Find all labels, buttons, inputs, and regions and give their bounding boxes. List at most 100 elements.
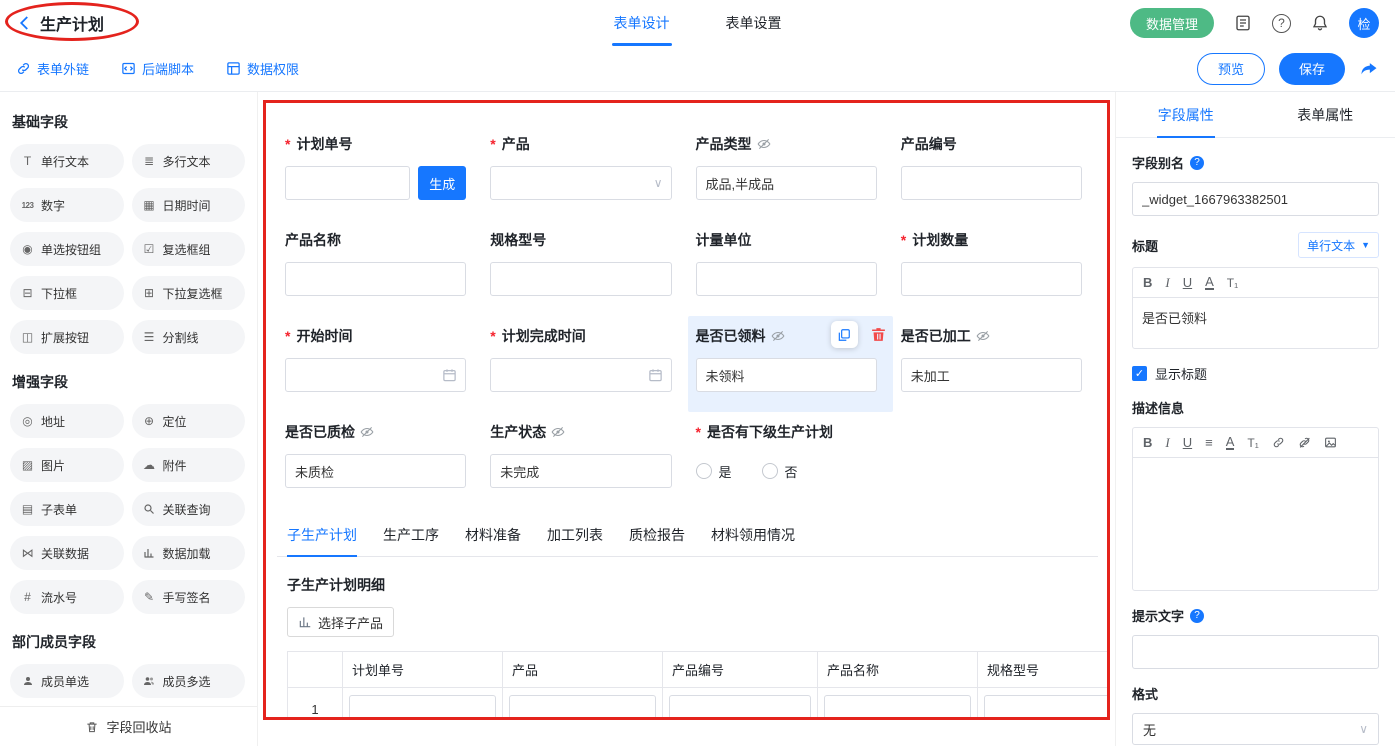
form-external-link[interactable]: 表单外链 bbox=[16, 59, 89, 78]
plan-number-input[interactable] bbox=[285, 166, 410, 200]
field-plan-finish-time[interactable]: *计划完成时间 bbox=[482, 316, 687, 412]
delete-field-button[interactable] bbox=[870, 326, 887, 343]
font-color-icon[interactable]: A bbox=[1205, 275, 1214, 290]
row-product-name-input[interactable] bbox=[824, 695, 971, 721]
row-plan-number-input[interactable] bbox=[349, 695, 496, 721]
description-editor-content[interactable] bbox=[1133, 458, 1378, 590]
palette-item-subform[interactable]: ▤子表单 bbox=[10, 492, 124, 526]
field-material-received[interactable]: 是否已领料 bbox=[688, 316, 893, 412]
palette-item-multi-select[interactable]: ⊞下拉复选框 bbox=[132, 276, 246, 310]
quality-checked-input[interactable] bbox=[285, 454, 466, 488]
row-product-code-input[interactable] bbox=[669, 695, 811, 721]
palette-item-location[interactable]: ⊕定位 bbox=[132, 404, 246, 438]
field-processed[interactable]: 是否已加工 bbox=[893, 316, 1098, 412]
tab-form-design[interactable]: 表单设计 bbox=[614, 0, 670, 46]
data-permission-link[interactable]: 数据权限 bbox=[226, 59, 299, 78]
spec-model-input[interactable] bbox=[490, 262, 671, 296]
image-icon[interactable] bbox=[1324, 436, 1337, 449]
field-has-sub-plan[interactable]: *是否有下级生产计划 是 否 bbox=[688, 412, 1099, 508]
font-size-icon[interactable]: T₁ bbox=[1227, 276, 1238, 290]
field-product-code[interactable]: 产品编号 bbox=[893, 124, 1098, 220]
palette-item-extend-button[interactable]: ◫扩展按钮 bbox=[10, 320, 124, 354]
palette-item-member-multi[interactable]: 成员多选 bbox=[132, 664, 246, 698]
product-select[interactable] bbox=[490, 166, 671, 200]
field-spec-model[interactable]: 规格型号 bbox=[482, 220, 687, 316]
palette-item-image[interactable]: ▨图片 bbox=[10, 448, 124, 482]
plan-finish-time-input[interactable] bbox=[490, 358, 671, 392]
field-product-type[interactable]: 产品类型 bbox=[688, 124, 893, 220]
bold-icon[interactable]: B bbox=[1143, 275, 1152, 290]
palette-item-number[interactable]: 123数字 bbox=[10, 188, 124, 222]
help-icon[interactable]: ? bbox=[1272, 14, 1291, 33]
copy-field-button[interactable] bbox=[831, 321, 858, 348]
palette-item-address[interactable]: ◎地址 bbox=[10, 404, 124, 438]
tab-processing-list[interactable]: 加工列表 bbox=[547, 516, 603, 556]
palette-item-checkbox-group[interactable]: ☑复选框组 bbox=[132, 232, 246, 266]
start-time-input[interactable] bbox=[285, 358, 466, 392]
palette-item-radio-group[interactable]: ◉单选按钮组 bbox=[10, 232, 124, 266]
tab-quality-report[interactable]: 质检报告 bbox=[629, 516, 685, 556]
font-size-icon[interactable]: T₁ bbox=[1247, 436, 1258, 450]
product-code-input[interactable] bbox=[901, 166, 1082, 200]
tab-material-usage[interactable]: 材料领用情况 bbox=[711, 516, 795, 556]
align-icon[interactable]: ≡ bbox=[1205, 435, 1213, 450]
field-plan-number[interactable]: *计划单号 生成 bbox=[277, 124, 482, 220]
unlink-icon[interactable] bbox=[1298, 436, 1311, 449]
font-color-icon[interactable]: A bbox=[1226, 435, 1235, 450]
hint-text-input[interactable] bbox=[1132, 635, 1379, 669]
radio-option-no[interactable]: 否 bbox=[762, 462, 798, 481]
field-unit[interactable]: 计量单位 bbox=[688, 220, 893, 316]
checkbox-checked-icon[interactable]: ✓ bbox=[1132, 366, 1147, 381]
underline-icon[interactable]: U bbox=[1183, 275, 1192, 290]
form-doc-icon[interactable] bbox=[1234, 14, 1252, 32]
row-product-input[interactable] bbox=[509, 695, 656, 721]
share-icon[interactable] bbox=[1359, 59, 1379, 79]
palette-item-multi-line-text[interactable]: ≣多行文本 bbox=[132, 144, 246, 178]
choose-sub-product-button[interactable]: 选择子产品 bbox=[287, 607, 394, 637]
back-button[interactable] bbox=[16, 14, 34, 32]
field-product[interactable]: *产品 ∨ bbox=[482, 124, 687, 220]
palette-item-single-line-text[interactable]: T单行文本 bbox=[10, 144, 124, 178]
palette-item-divider[interactable]: ☰分割线 bbox=[132, 320, 246, 354]
production-status-input[interactable] bbox=[490, 454, 671, 488]
tab-sub-production-plan[interactable]: 子生产计划 bbox=[287, 516, 357, 556]
field-production-status[interactable]: 生产状态 bbox=[482, 412, 687, 508]
palette-item-select[interactable]: ⊟下拉框 bbox=[10, 276, 124, 310]
palette-item-lookup[interactable]: 关联查询 bbox=[132, 492, 246, 526]
field-product-name[interactable]: 产品名称 bbox=[277, 220, 482, 316]
save-button[interactable]: 保存 bbox=[1279, 53, 1345, 85]
bold-icon[interactable]: B bbox=[1143, 435, 1152, 450]
palette-item-attachment[interactable]: ☁附件 bbox=[132, 448, 246, 482]
field-quality-checked[interactable]: 是否已质检 bbox=[277, 412, 482, 508]
avatar[interactable]: 检 bbox=[1349, 8, 1379, 38]
italic-icon[interactable]: I bbox=[1165, 435, 1169, 451]
palette-item-serial-number[interactable]: #流水号 bbox=[10, 580, 124, 614]
help-icon[interactable]: ? bbox=[1190, 156, 1204, 170]
palette-item-member-single[interactable]: 成员单选 bbox=[10, 664, 124, 698]
field-alias-input[interactable] bbox=[1132, 182, 1379, 216]
row-spec-model-input[interactable] bbox=[984, 695, 1110, 721]
title-type-select[interactable]: 单行文本 ▼ bbox=[1298, 232, 1379, 258]
preview-button[interactable]: 预览 bbox=[1197, 53, 1265, 85]
backend-script-link[interactable]: 后端脚本 bbox=[121, 59, 194, 78]
tab-field-properties[interactable]: 字段属性 bbox=[1116, 92, 1256, 137]
show-title-checkbox-row[interactable]: ✓ 显示标题 bbox=[1132, 364, 1379, 383]
product-name-input[interactable] bbox=[285, 262, 466, 296]
plan-quantity-input[interactable] bbox=[901, 262, 1082, 296]
tab-material-preparation[interactable]: 材料准备 bbox=[465, 516, 521, 556]
tab-form-settings[interactable]: 表单设置 bbox=[726, 0, 782, 46]
notification-bell-icon[interactable] bbox=[1311, 14, 1329, 32]
processed-input[interactable] bbox=[901, 358, 1082, 392]
field-recycle-bin[interactable]: 字段回收站 bbox=[0, 706, 257, 746]
field-start-time[interactable]: *开始时间 bbox=[277, 316, 482, 412]
palette-item-datetime[interactable]: ▦日期时间 bbox=[132, 188, 246, 222]
data-manage-button[interactable]: 数据管理 bbox=[1130, 8, 1214, 38]
unit-input[interactable] bbox=[696, 262, 877, 296]
palette-item-linked-data[interactable]: ⋈关联数据 bbox=[10, 536, 124, 570]
help-icon[interactable]: ? bbox=[1190, 609, 1204, 623]
material-received-input[interactable] bbox=[696, 358, 877, 392]
format-select[interactable]: 无 ∨ bbox=[1132, 713, 1379, 745]
italic-icon[interactable]: I bbox=[1165, 275, 1169, 291]
tab-form-properties[interactable]: 表单属性 bbox=[1256, 92, 1395, 137]
palette-item-signature[interactable]: ✎手写签名 bbox=[132, 580, 246, 614]
